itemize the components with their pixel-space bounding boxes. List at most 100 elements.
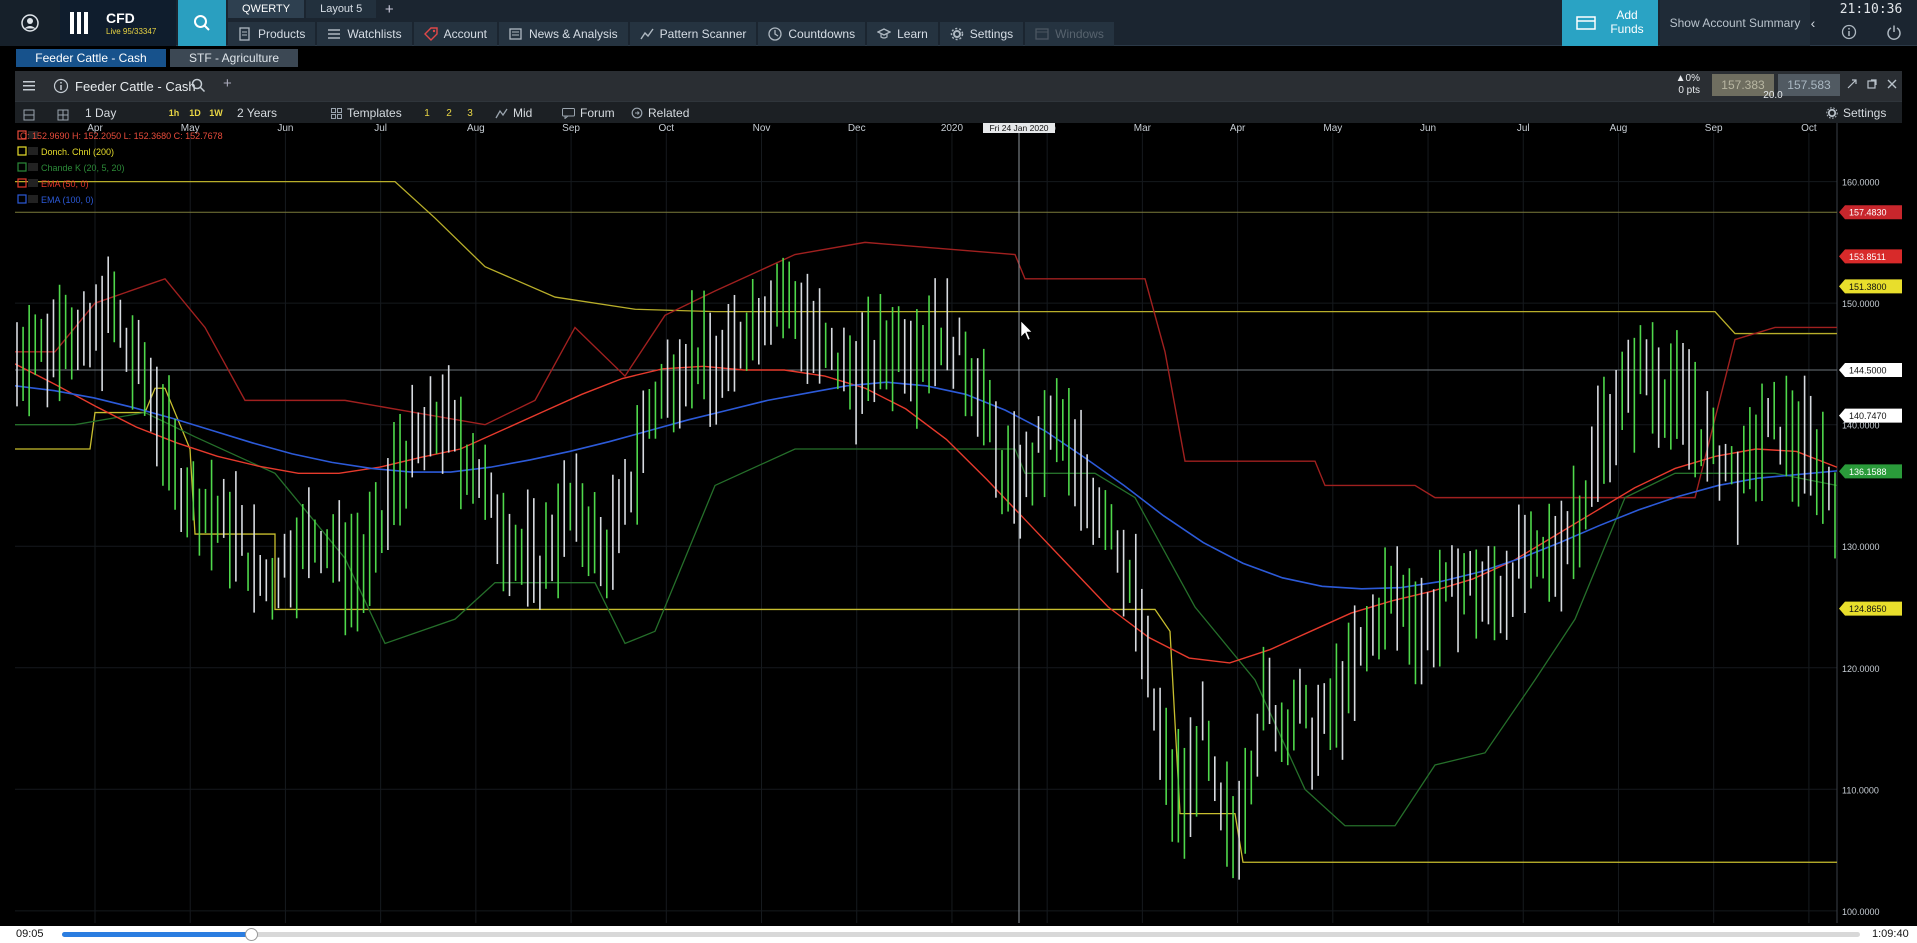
chart-type-icon[interactable] — [23, 107, 35, 123]
nav-learn[interactable]: Learn — [867, 22, 938, 46]
legend-swatch — [28, 179, 38, 187]
related-button[interactable]: Related — [631, 105, 689, 121]
nav-account[interactable]: Account — [413, 22, 497, 46]
price-axis-marker-label: 140.7470 — [1849, 411, 1887, 421]
show-account-summary-button[interactable]: Show Account Summary — [1660, 0, 1810, 46]
nav-windows-label: Windows — [1055, 27, 1104, 41]
timeframe-1h-button[interactable]: 1h — [166, 106, 182, 120]
templates-button[interactable]: Templates — [331, 105, 402, 121]
user-button[interactable] — [0, 0, 60, 46]
gear-icon — [1826, 107, 1838, 119]
forum-button[interactable]: Forum — [562, 105, 615, 121]
price-change: ▲0% 0 pts — [1650, 73, 1700, 99]
hamburger-menu-icon[interactable] — [23, 80, 35, 92]
template-slot-1[interactable]: 1 — [419, 106, 435, 120]
clock: 21:10:36 — [1839, 2, 1903, 17]
y-tick-label: 110.0000 — [1842, 785, 1879, 795]
tab-layout-5[interactable]: Layout 5 — [306, 0, 377, 18]
logo-bars-icon — [70, 12, 92, 34]
tab-layout-qwerty[interactable]: QWERTY — [228, 0, 305, 18]
instrument-name[interactable]: Feeder Cattle - Cash — [75, 79, 196, 94]
mid-price-button[interactable]: Mid — [495, 105, 532, 121]
nav-pattern-scanner[interactable]: Pattern Scanner — [629, 22, 757, 46]
collapse-chevron-icon[interactable]: ‹ — [1806, 14, 1820, 32]
video-player-bar: 09:05 1:09:40 — [0, 926, 1917, 943]
month-label: Jun — [277, 123, 293, 134]
interval-select[interactable]: 1 Day — [85, 105, 116, 121]
legend-swatch — [28, 195, 38, 203]
price-axis-marker-label: 144.5000 — [1849, 366, 1887, 376]
legend-item[interactable]: Chande K (20, 5, 20) — [41, 163, 125, 173]
month-label: Sep — [1705, 123, 1723, 134]
price-axis-marker-label: 136.1588 — [1849, 467, 1887, 477]
y-tick-label: 160.0000 — [1842, 178, 1880, 188]
templates-label: Templates — [347, 106, 402, 120]
range-select[interactable]: 2 Years — [237, 105, 277, 121]
template-slot-2[interactable]: 2 — [441, 106, 457, 120]
search-button[interactable] — [178, 0, 226, 46]
month-label: Apr — [1230, 123, 1246, 134]
video-progress-fill — [62, 932, 251, 937]
instrument-info-icon[interactable] — [53, 78, 69, 94]
nav-products[interactable]: Products — [228, 22, 316, 46]
forum-label: Forum — [580, 106, 615, 120]
nav-news-analysis[interactable]: News & Analysis — [498, 22, 628, 46]
price-axis-marker-label: 124.8650 — [1849, 604, 1887, 614]
y-tick-label: 130.0000 — [1842, 542, 1880, 552]
tab-stf-agriculture[interactable]: STF - Agriculture — [170, 49, 298, 67]
newspaper-icon — [509, 28, 522, 40]
nav-settings[interactable]: Settings — [939, 22, 1024, 46]
related-label: Related — [648, 106, 690, 120]
add-layout-button[interactable]: + — [378, 0, 400, 18]
legend-item[interactable]: EMA (50, 0) — [41, 179, 89, 189]
video-total-time: 1:09:40 — [1872, 928, 1909, 940]
legend-swatch — [28, 163, 38, 171]
document-icon — [239, 27, 250, 41]
chart-canvas[interactable]: AprMayJunJulAugSepOctNovDec2020FebMarApr… — [15, 123, 1902, 923]
mid-icon — [495, 108, 508, 118]
add-funds-button[interactable]: Add Funds — [1562, 0, 1658, 46]
template-slot-3[interactable]: 3 — [462, 106, 478, 120]
account-id: Live 95/33347 — [106, 26, 157, 36]
timeframe-1w-button[interactable]: 1W — [208, 106, 224, 120]
y-tick-label: 100.0000 — [1842, 907, 1880, 917]
close-icon[interactable] — [1887, 79, 1897, 89]
search-icon — [194, 15, 210, 31]
power-icon[interactable] — [1886, 24, 1902, 40]
timeframe-1d-button[interactable]: 1D — [187, 106, 203, 120]
info-icon[interactable] — [1841, 24, 1857, 40]
chart-toolbar: 1 Day 1h 1D 1W 2 Years Templates 1 2 3 M… — [15, 101, 1902, 123]
search-icon[interactable] — [191, 78, 206, 93]
legend-swatch — [28, 147, 38, 155]
month-label: Oct — [1801, 123, 1817, 134]
grid-layout-icon[interactable] — [57, 107, 69, 123]
y-tick-label: 120.0000 — [1842, 664, 1880, 674]
clock-icon — [768, 27, 783, 41]
nav-countdowns[interactable]: Countdowns — [758, 22, 866, 46]
nav-learn-label: Learn — [897, 27, 928, 41]
nav-account-label: Account — [443, 27, 487, 41]
add-chart-button[interactable]: + — [223, 75, 232, 92]
legend-item[interactable]: EMA (100, 0) — [41, 195, 94, 205]
price-axis-marker-label: 151.3800 — [1849, 282, 1887, 292]
nav-settings-label: Settings — [969, 27, 1014, 41]
month-label: Sep — [562, 123, 580, 134]
video-seek-handle[interactable] — [244, 928, 258, 941]
main-navigation: Products Watchlists Account News & Analysis… — [228, 22, 1116, 46]
graduation-cap-icon — [877, 28, 892, 39]
platform-logo: CFD Live 95/33347 — [60, 0, 176, 46]
legend-item[interactable]: Donch. Chnl (200) — [41, 147, 114, 157]
nav-watchlists[interactable]: Watchlists — [317, 22, 412, 46]
popout-icon[interactable] — [1867, 79, 1877, 89]
legend-item[interactable]: O: 152.9690 H: 152.2050 L: 152.3680 C: 1… — [20, 131, 223, 141]
chart-settings-button[interactable]: Settings — [1826, 105, 1886, 121]
price-chart[interactable]: AprMayJunJulAugSepOctNovDec2020FebMarApr… — [15, 123, 1902, 923]
nav-watchlists-label: Watchlists — [347, 27, 402, 41]
windows-icon — [1035, 28, 1049, 40]
video-seek-bar[interactable] — [62, 928, 1860, 941]
mid-label: Mid — [513, 106, 533, 120]
detach-icon[interactable] — [1847, 79, 1857, 89]
related-icon — [631, 107, 643, 119]
nav-windows[interactable]: Windows — [1025, 22, 1114, 46]
tab-feeder-cattle[interactable]: Feeder Cattle - Cash — [16, 49, 166, 67]
